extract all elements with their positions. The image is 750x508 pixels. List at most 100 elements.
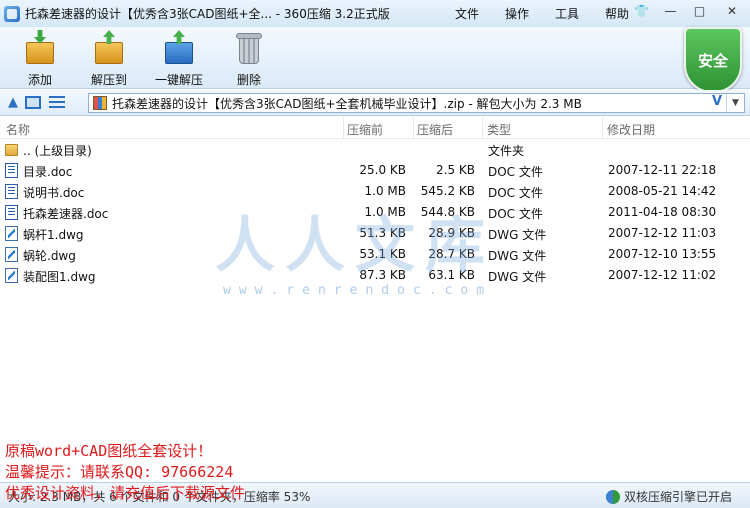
toolbar: 添加 解压到 一键解压 删除 安全: [0, 27, 750, 93]
add-label: 添加: [27, 73, 52, 87]
folder-icon: [5, 144, 18, 156]
column-date[interactable]: 修改日期: [607, 121, 655, 138]
file-date: 2007-12-10 13:55: [608, 247, 717, 261]
path-dropdown-icon[interactable]: ▼: [726, 94, 744, 112]
menu-tools[interactable]: 工具: [542, 5, 592, 22]
extract-folder-icon: [91, 30, 127, 66]
file-list: 名称 压缩前 压缩后 类型 修改日期 .. (上级目录) 文件夹 目录.doc …: [0, 117, 750, 482]
table-row[interactable]: 装配图1.dwg 87.3 KB 63.1 KB DWG 文件 2007-12-…: [0, 265, 750, 286]
table-row[interactable]: 蜗轮.dwg 53.1 KB 28.7 KB DWG 文件 2007-12-10…: [0, 244, 750, 265]
one-click-extract-icon: [161, 30, 197, 66]
file-compressed-size: 545.2 KB: [420, 184, 475, 198]
menu-operation[interactable]: 操作: [492, 5, 542, 22]
dual-core-label: 双核压缩引擎已开启: [623, 490, 732, 504]
table-row[interactable]: 蜗杆1.dwg 51.3 KB 28.9 KB DWG 文件 2007-12-1…: [0, 223, 750, 244]
delete-label: 删除: [236, 73, 261, 87]
close-icon: ✕: [726, 4, 738, 18]
path-text: 托森差速器的设计【优秀含3张CAD图纸+全套机械毕业设计】.zip - 解包大小…: [112, 96, 582, 111]
file-type: DWG 文件: [488, 228, 547, 242]
one-click-extract-label: 一键解压: [154, 73, 203, 87]
file-compressed-size: 63.1 KB: [428, 268, 475, 282]
menu-file[interactable]: 文件: [442, 5, 492, 22]
minimize-button[interactable]: —: [656, 0, 685, 22]
promo-overlay: 原稿word+CAD图纸全套设计！ 温馨提示：请联系QQ: 97666224 优…: [5, 441, 245, 504]
file-packed-size: 25.0 KB: [359, 163, 406, 177]
zip-archive-icon: [93, 96, 107, 110]
path-field[interactable]: 托森差速器的设计【优秀含3张CAD图纸+全套机械毕业设计】.zip - 解包大小…: [88, 93, 745, 113]
file-type: DWG 文件: [488, 249, 547, 263]
large-icon-view-icon[interactable]: [25, 96, 41, 109]
title-bar: 托森差速器的设计【优秀含3张CAD图纸+全... - 360压缩 3.2正式版 …: [0, 0, 750, 27]
file-date: 2011-04-18 08:30: [608, 205, 717, 219]
column-name[interactable]: 名称: [6, 121, 30, 138]
dwg-icon: [5, 226, 18, 241]
column-type[interactable]: 类型: [487, 121, 511, 138]
table-row[interactable]: 托森差速器.doc 1.0 MB 544.8 KB DOC 文件 2011-04…: [0, 202, 750, 223]
doc-icon: [5, 205, 18, 220]
one-click-extract-button[interactable]: 一键解压: [152, 30, 206, 88]
file-type: DWG 文件: [488, 270, 547, 284]
dual-core-status[interactable]: 双核压缩引擎已开启: [605, 488, 732, 505]
maximize-button[interactable]: □: [685, 0, 714, 22]
close-button[interactable]: ✕: [714, 0, 750, 22]
file-compressed-size: 28.7 KB: [428, 247, 475, 261]
file-type: DOC 文件: [488, 186, 543, 200]
file-date: 2007-12-11 22:18: [608, 163, 717, 177]
file-packed-size: 1.0 MB: [364, 205, 406, 219]
skin-button[interactable]: 👕: [627, 0, 656, 22]
promo-line-1: 原稿word+CAD图纸全套设计！: [5, 442, 213, 460]
trash-icon: [231, 30, 267, 66]
doc-icon: [5, 184, 18, 199]
dwg-icon: [5, 268, 18, 283]
file-type: 文件夹: [488, 144, 525, 158]
dual-core-icon: [605, 489, 620, 504]
table-row[interactable]: 目录.doc 25.0 KB 2.5 KB DOC 文件 2007-12-11 …: [0, 160, 750, 181]
column-header: 名称 压缩前 压缩后 类型 修改日期: [0, 117, 750, 139]
file-name: 说明书.doc: [23, 186, 85, 200]
column-packed[interactable]: 压缩前: [347, 121, 383, 138]
file-compressed-size: 28.9 KB: [428, 226, 475, 240]
window-title: 托森差速器的设计【优秀含3张CAD图纸+全... - 360压缩 3.2正式版: [25, 7, 390, 21]
file-name: 目录.doc: [23, 165, 73, 179]
dwg-icon: [5, 247, 18, 262]
app-icon: [4, 5, 20, 22]
maximize-icon: □: [693, 4, 706, 18]
security-badge-label: 安全: [697, 51, 728, 70]
file-type: DOC 文件: [488, 207, 543, 221]
file-date: 2008-05-21 14:42: [608, 184, 717, 198]
shirt-icon: 👕: [634, 4, 649, 18]
file-name: 托森差速器.doc: [23, 207, 109, 221]
promo-line-3: 优秀设计资料，请充值后下载源文件: [5, 484, 246, 502]
file-type: DOC 文件: [488, 165, 543, 179]
file-packed-size: 53.1 KB: [359, 247, 406, 261]
delete-button[interactable]: 删除: [230, 30, 268, 88]
extract-to-label: 解压到: [90, 73, 127, 87]
file-compressed-size: 544.8 KB: [420, 205, 475, 219]
address-bar: ▲ 托森差速器的设计【优秀含3张CAD图纸+全套机械毕业设计】.zip - 解包…: [0, 90, 750, 116]
table-row[interactable]: .. (上级目录) 文件夹: [0, 139, 750, 160]
doc-icon: [5, 163, 18, 178]
add-archive-icon: [22, 30, 58, 66]
promo-line-2: 温馨提示：请联系QQ: 97666224: [5, 463, 234, 481]
file-compressed-size: 2.5 KB: [436, 163, 475, 177]
file-name: 蜗杆1.dwg: [23, 228, 84, 242]
add-button[interactable]: 添加: [20, 30, 60, 88]
security-shield-icon[interactable]: 安全: [684, 27, 742, 93]
file-packed-size: 1.0 MB: [364, 184, 406, 198]
extract-to-button[interactable]: 解压到: [86, 30, 132, 88]
file-date: 2007-12-12 11:03: [608, 226, 717, 240]
column-size[interactable]: 压缩后: [417, 121, 453, 138]
file-name: 装配图1.dwg: [23, 270, 96, 284]
file-date: 2007-12-12 11:02: [608, 268, 717, 282]
path-v-icon[interactable]: V: [712, 94, 722, 109]
file-packed-size: 51.3 KB: [359, 226, 406, 240]
file-packed-size: 87.3 KB: [359, 268, 406, 282]
file-name: 蜗轮.dwg: [23, 249, 76, 263]
menu-bar: 文件 操作 工具 帮助: [442, 5, 642, 22]
minimize-icon: —: [664, 4, 677, 18]
file-name: .. (上级目录): [23, 144, 92, 158]
window-controls: 👕 — □ ✕: [627, 0, 750, 22]
table-row[interactable]: 说明书.doc 1.0 MB 545.2 KB DOC 文件 2008-05-2…: [0, 181, 750, 202]
list-view-icon[interactable]: [49, 96, 65, 109]
up-arrow-icon[interactable]: ▲: [3, 93, 23, 113]
